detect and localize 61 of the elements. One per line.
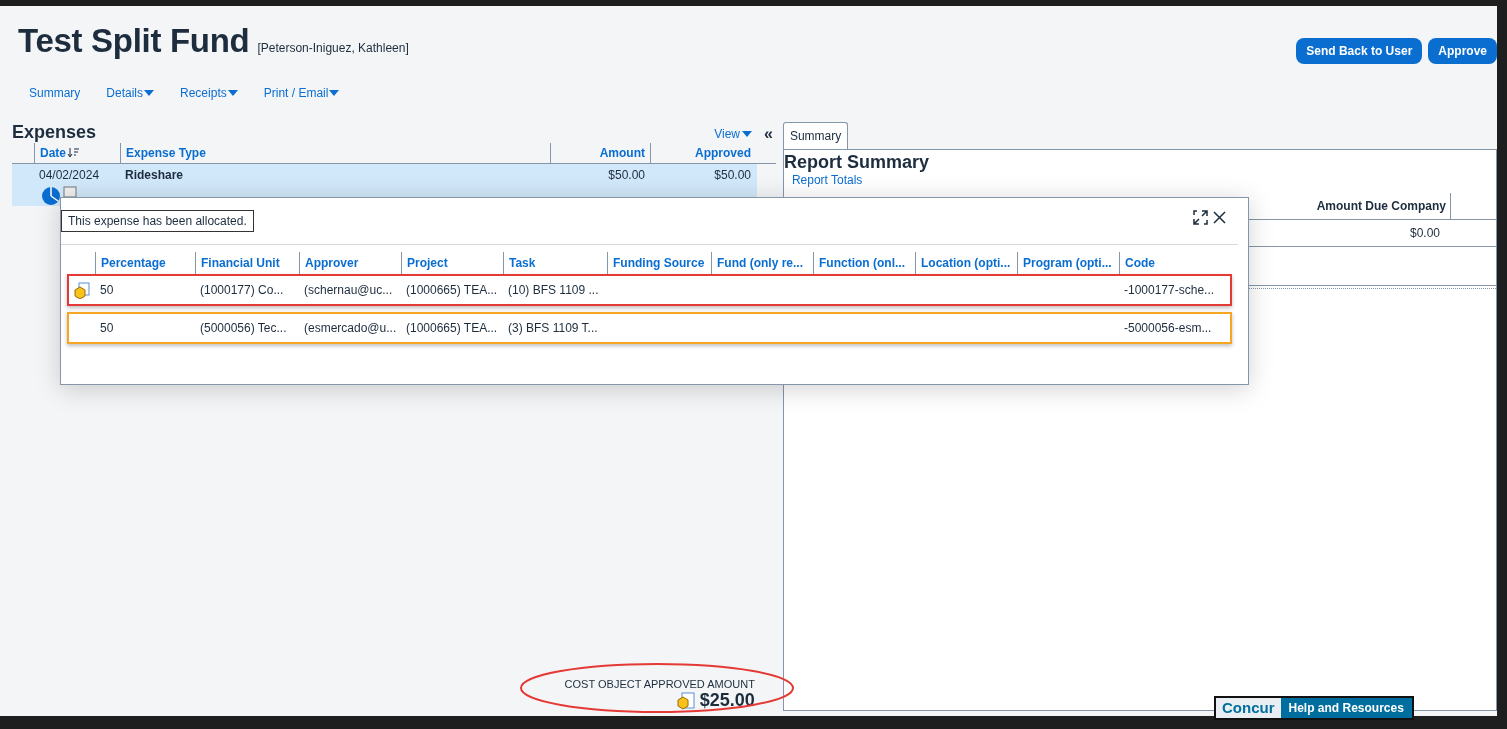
table-cell-text: (5000056) Tec... xyxy=(199,321,288,335)
view-menu[interactable]: View xyxy=(714,127,740,141)
allocation-row[interactable]: 50 (5000056) Tec... (esmercado@u... (1000665) TEA... (3) BFS 1109 T... -5000056-esm... xyxy=(67,312,1232,344)
cost-object-amount: $25.00 xyxy=(699,690,755,711)
amount-due-cell: $0.00 xyxy=(1409,226,1440,240)
caret-icon xyxy=(742,131,752,137)
column-header[interactable]: Project xyxy=(401,252,503,274)
nav-link[interactable]: Receipts xyxy=(180,86,227,100)
expand-icon[interactable] xyxy=(1193,210,1208,225)
action-button[interactable]: Send Back to User xyxy=(1296,38,1423,64)
expenses-heading: Expenses xyxy=(12,122,97,143)
table-cell-text: -1000177-sche... xyxy=(1123,283,1216,297)
allocation-row[interactable]: 50 (1000177) Co... (schernau@uc... (1000665) TEA... (10) BFS 1109 ... -1000177-sche... xyxy=(67,274,1232,306)
report-totals-link[interactable]: Report Totals xyxy=(791,173,1496,187)
column-header[interactable]: Percentage xyxy=(95,252,195,274)
table-cell-text: (schernau@uc... xyxy=(303,283,394,297)
panel-tab[interactable]: Summary xyxy=(782,122,849,149)
employee-name: [Peterson-Iniguez, Kathleen] xyxy=(257,41,409,55)
sort-icon xyxy=(67,148,79,158)
column-header[interactable]: Approved xyxy=(650,143,756,163)
column-header: Amount Due Company xyxy=(1312,193,1451,219)
help-badge[interactable]: Concur Help and Resources xyxy=(1214,696,1414,720)
pie-chart-icon[interactable] xyxy=(41,186,61,206)
table-cell-text: (10) BFS 1109 ... xyxy=(507,283,600,297)
tooltip: This expense has been allocated. xyxy=(61,210,254,232)
column-header[interactable]: Date xyxy=(34,143,120,163)
column-header[interactable]: Fund (only re... xyxy=(711,252,813,274)
column-header[interactable]: Approver xyxy=(299,252,401,274)
nav-link[interactable]: Summary xyxy=(29,86,81,100)
column-header[interactable]: Funding Source xyxy=(607,252,711,274)
table-cell-text: (3) BFS 1109 T... xyxy=(507,321,599,335)
column-header[interactable]: Financial Unit xyxy=(195,252,299,274)
column-header[interactable]: Amount xyxy=(550,143,650,163)
column-header[interactable]: Code xyxy=(1119,252,1221,274)
table-cell-text: (1000177) Co... xyxy=(199,283,285,297)
table-cell-text: (esmercado@u... xyxy=(303,321,398,335)
cost-object-label: COST OBJECT APPROVED AMOUNT xyxy=(564,678,755,690)
column-header[interactable]: Function (onl... xyxy=(813,252,915,274)
expense-type-cell-text: Rideshare xyxy=(124,167,185,184)
date-cell-text: 04/02/2024 xyxy=(38,167,101,184)
approved-cell-text: $50.00 xyxy=(713,167,752,184)
table-cell-text: (1000665) TEA... xyxy=(405,321,499,335)
brand-logo: Concur xyxy=(1216,698,1281,718)
column-header[interactable]: Expense Type xyxy=(120,143,550,163)
table-cell-text: 50 xyxy=(99,283,115,297)
table-cell-text: 50 xyxy=(99,321,115,335)
report-title: Test Split Fund xyxy=(18,22,250,60)
action-button[interactable]: Approve xyxy=(1428,38,1497,64)
cube-document-icon xyxy=(676,691,695,710)
report-summary-heading: Report Summary xyxy=(783,152,930,173)
collapse-button[interactable]: « xyxy=(764,125,773,143)
table-cell-text: (1000665) TEA... xyxy=(405,283,499,297)
nav-link[interactable]: Print / Email xyxy=(263,86,329,100)
close-icon[interactable] xyxy=(1213,211,1226,224)
column-header[interactable]: Task xyxy=(503,252,607,274)
column-header[interactable]: Program (opti... xyxy=(1017,252,1119,274)
table-cell-text: -5000056-esm... xyxy=(1123,321,1213,335)
nav-link[interactable]: Details xyxy=(106,86,144,100)
help-label: Help and Resources xyxy=(1287,700,1405,717)
column-header[interactable]: Location (opti... xyxy=(915,252,1017,274)
amount-cell-text: $50.00 xyxy=(607,167,646,184)
